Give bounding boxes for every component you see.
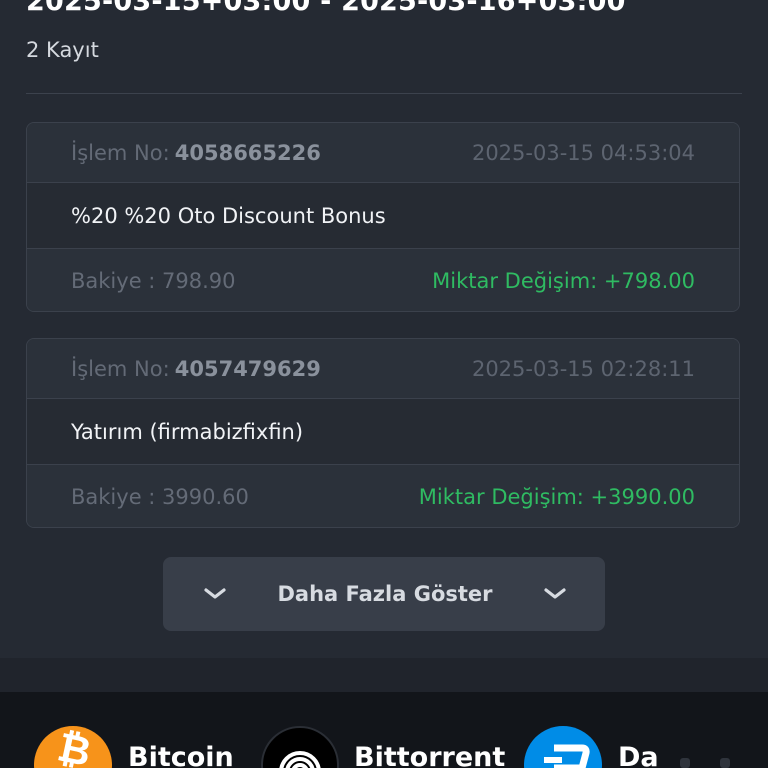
- payment-methods-footer: ₿ Bitcoin Bittorrent Da: [0, 692, 768, 768]
- coin-name-dash[interactable]: Da: [618, 742, 659, 768]
- decorative-dot: [720, 758, 730, 768]
- transaction-datetime: 2025-03-15 04:53:04: [471, 140, 695, 165]
- transaction-number-value: 4058665226: [174, 140, 321, 165]
- transaction-description-row: Yatırım (firmabizfixfin): [27, 399, 739, 465]
- transaction-number-label: İşlem No:: [71, 356, 170, 381]
- dash-icon[interactable]: [524, 726, 602, 768]
- transaction-card[interactable]: İşlem No: 4058665226 2025-03-15 04:53:04…: [26, 122, 740, 312]
- transaction-footer: Bakiye : 3990.60 Miktar Değişim: +3990.0…: [27, 465, 739, 527]
- transaction-number-value: 4057479629: [174, 356, 321, 381]
- show-more-label: Daha Fazla Göster: [277, 582, 493, 606]
- divider: [26, 93, 742, 94]
- transaction-datetime: 2025-03-15 02:28:11: [471, 356, 695, 381]
- transaction-card[interactable]: İşlem No: 4057479629 2025-03-15 02:28:11…: [26, 338, 740, 528]
- record-count: 2 Kayıt: [26, 38, 99, 62]
- bitcoin-glyph: ₿: [54, 726, 95, 768]
- bitcoin-icon[interactable]: ₿: [34, 726, 112, 768]
- transaction-header: İşlem No: 4058665226 2025-03-15 04:53:04: [27, 123, 739, 183]
- date-range-title: 2025-03-15+03:00 - 2025-03-16+03:00: [26, 0, 626, 17]
- section-separator: [0, 658, 768, 692]
- coin-name-bittorrent[interactable]: Bittorrent: [354, 742, 505, 768]
- dash-glyph: [544, 744, 590, 768]
- transaction-footer: Bakiye : 798.90 Miktar Değişim: +798.00: [27, 249, 739, 311]
- show-more-button[interactable]: Daha Fazla Göster: [163, 557, 605, 631]
- transaction-number: İşlem No: 4057479629: [71, 357, 321, 381]
- transaction-balance: Bakiye : 3990.60: [71, 485, 249, 509]
- transaction-description: %20 %20 Oto Discount Bonus: [71, 203, 386, 228]
- bittorrent-glyph: [279, 751, 321, 768]
- decorative-dot: [680, 758, 690, 768]
- bittorrent-icon[interactable]: [261, 726, 339, 768]
- transaction-number: İşlem No: 4058665226: [71, 141, 321, 165]
- chevron-down-icon: [544, 588, 566, 599]
- coin-name-bitcoin[interactable]: Bitcoin: [128, 742, 234, 768]
- transaction-number-label: İşlem No:: [71, 140, 170, 165]
- transaction-header: İşlem No: 4057479629 2025-03-15 02:28:11: [27, 339, 739, 399]
- transaction-description-row: %20 %20 Oto Discount Bonus: [27, 183, 739, 249]
- transaction-description: Yatırım (firmabizfixfin): [71, 419, 304, 444]
- transaction-amount-change: Miktar Değişim: +3990.00: [418, 485, 695, 509]
- transaction-balance: Bakiye : 798.90: [71, 269, 236, 293]
- chevron-down-icon: [204, 588, 226, 599]
- transaction-history-panel: 2025-03-15+03:00 - 2025-03-16+03:00 2 Ka…: [0, 0, 768, 658]
- transaction-amount-change: Miktar Değişim: +798.00: [432, 269, 695, 293]
- svg-text:₿: ₿: [54, 726, 95, 768]
